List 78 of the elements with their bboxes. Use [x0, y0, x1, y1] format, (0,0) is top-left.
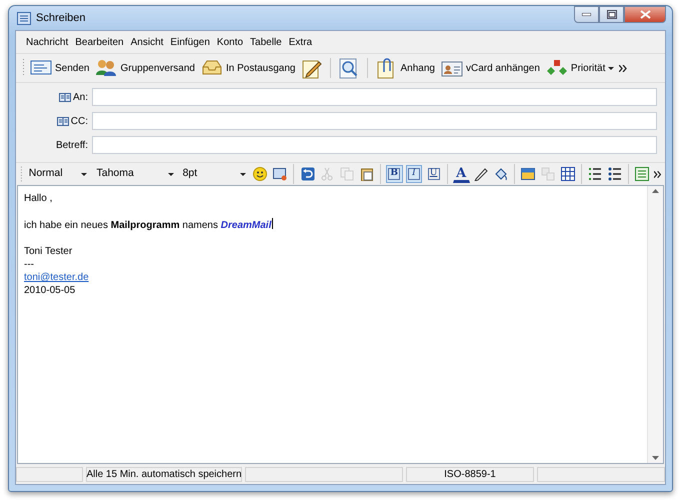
- close-icon: [640, 10, 650, 19]
- maximize-button[interactable]: [599, 6, 624, 23]
- message-text: 2010-05-05: [24, 284, 76, 297]
- edit-pencil-icon: [301, 58, 324, 78]
- text-field[interactable]: [92, 136, 657, 154]
- people-icon: [95, 58, 118, 78]
- message-text: ---: [24, 258, 35, 271]
- text-cursor: [272, 218, 274, 229]
- field-label: Betreff:: [56, 138, 88, 152]
- format-button[interactable]: [559, 165, 576, 183]
- email-link[interactable]: toni@tester.de: [24, 272, 89, 283]
- caret-icon: [240, 172, 246, 176]
- status-panel: [16, 467, 83, 482]
- toolbar-button[interactable]: In Postausgang: [200, 58, 296, 78]
- toolbar-button[interactable]: [300, 58, 324, 78]
- picture-icon: [272, 167, 287, 181]
- table-icon: [560, 167, 575, 181]
- menu-item[interactable]: Konto: [216, 35, 244, 50]
- scroll-up-icon[interactable]: [652, 189, 659, 193]
- toolbar-button[interactable]: Senden: [29, 58, 90, 78]
- dropdown-field[interactable]: Tahoma: [93, 165, 177, 183]
- text-field[interactable]: [92, 112, 657, 130]
- clipboard-icon: [360, 167, 374, 181]
- overflow-chevron-icon[interactable]: [619, 64, 628, 72]
- window-title: Schreiben: [36, 10, 86, 26]
- numbered-list-icon: [588, 167, 602, 181]
- message-text: ich habe ein neues Mailprogramm namens DreamMail: [24, 218, 274, 232]
- toolbar-grip-icon: [20, 165, 23, 183]
- overflow-chevron-icon[interactable]: [654, 170, 662, 178]
- vertical-scrollbar[interactable]: [647, 186, 663, 463]
- priority-dropdown[interactable]: Priorität: [544, 58, 616, 78]
- text-field[interactable]: [92, 88, 657, 106]
- menu-item[interactable]: Einfügen: [170, 35, 210, 50]
- field-label: An:: [72, 90, 88, 104]
- menu-item[interactable]: Bearbeiten: [75, 35, 124, 50]
- undo-icon: [300, 167, 315, 181]
- copy-icon: [340, 167, 354, 181]
- caret-icon: [168, 172, 174, 176]
- bold-button[interactable]: B: [386, 165, 403, 183]
- format-button[interactable]: [272, 165, 288, 183]
- toolbar-button[interactable]: Gruppenversand: [94, 58, 196, 78]
- italic-button[interactable]: I: [406, 165, 422, 183]
- scissors-icon: [320, 167, 334, 181]
- message-text: Hallo ,: [24, 192, 54, 205]
- underline-button[interactable]: U: [425, 165, 442, 183]
- minimize-icon: [582, 13, 591, 16]
- format-button[interactable]: [252, 165, 269, 183]
- minimize-button[interactable]: [574, 6, 599, 23]
- pencil-icon: [474, 167, 488, 181]
- bulleted-list-icon: [608, 167, 622, 181]
- format-button[interactable]: [586, 165, 604, 183]
- document-lines-icon: [635, 167, 650, 181]
- scroll-down-icon[interactable]: [652, 456, 659, 460]
- maximize-icon: [606, 10, 616, 19]
- dropdown-field[interactable]: 8pt: [180, 165, 249, 183]
- menu-item[interactable]: Extra: [288, 35, 312, 50]
- paint-bucket-icon: [494, 167, 508, 181]
- status-text: ISO-8859-1: [406, 467, 534, 482]
- menu-item[interactable]: Nachricht: [26, 35, 68, 50]
- dropdown-field[interactable]: Normal: [26, 165, 90, 183]
- toolbar-button[interactable]: Anhang: [374, 58, 436, 78]
- toolbar-button[interactable]: vCard anhängen: [440, 58, 541, 78]
- caret-icon: [608, 66, 614, 70]
- toolbar-grip-icon: [22, 58, 25, 78]
- window-app-icon: [17, 12, 31, 24]
- field-label: CC:: [70, 114, 88, 128]
- format-button[interactable]: [520, 165, 536, 183]
- status-text: Alle 15 Min. automatisch speichern: [86, 467, 242, 482]
- close-button[interactable]: [624, 6, 666, 23]
- menu-item[interactable]: Ansicht: [130, 35, 164, 50]
- message-text: Toni Tester: [24, 245, 74, 258]
- smiley-icon: [253, 167, 268, 181]
- format-button[interactable]: [606, 165, 624, 183]
- image-icon: [521, 167, 536, 181]
- menu-item[interactable]: Tabelle: [250, 35, 282, 50]
- grid-squares-icon: [540, 167, 555, 181]
- caret-icon: [81, 172, 88, 176]
- message-editor[interactable]: Hallo , ich habe ein neues Mailprogramm namens DreamMail Toni Tester --- toni@tester.de 2010-05-05: [17, 185, 664, 464]
